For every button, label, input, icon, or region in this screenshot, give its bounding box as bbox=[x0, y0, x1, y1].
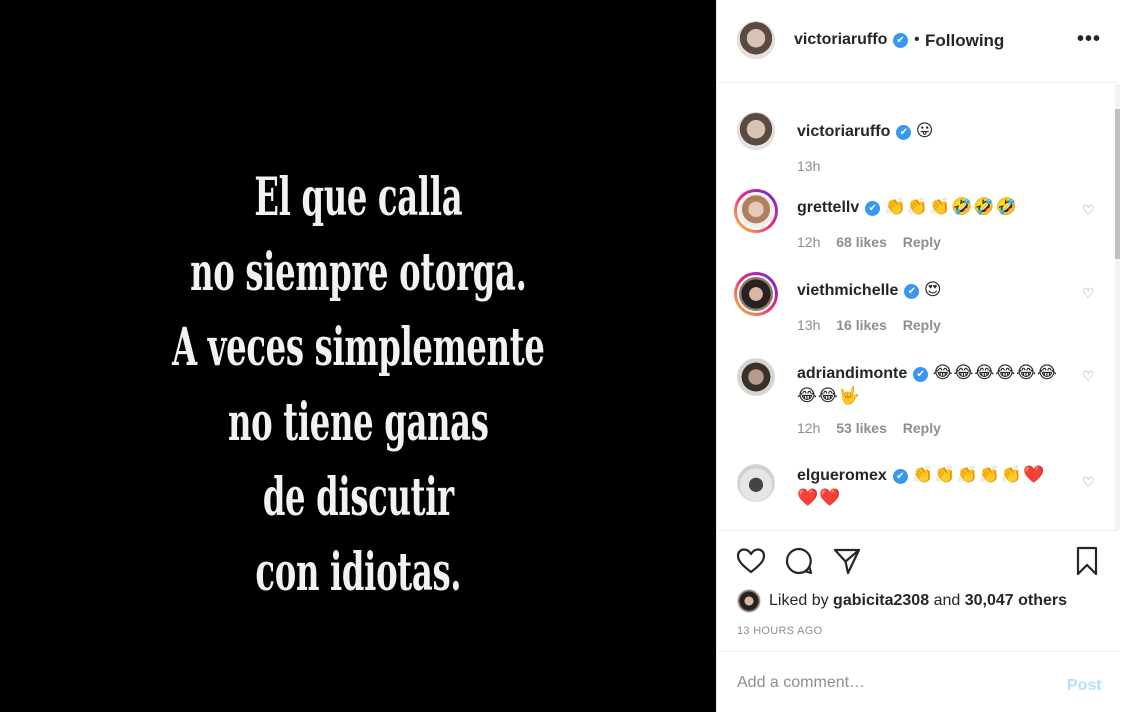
author-avatar[interactable] bbox=[737, 21, 775, 59]
bookmark-icon[interactable] bbox=[1071, 545, 1103, 577]
post-image: El que calla no siempre otorga. A veces … bbox=[0, 0, 716, 712]
comment-username[interactable]: elgueromex bbox=[797, 467, 887, 484]
comment-input[interactable] bbox=[737, 672, 1037, 694]
comment-username[interactable]: viethmichelle bbox=[797, 282, 898, 299]
caption-body: victoriaruffo ✔ 😛 bbox=[797, 120, 1067, 143]
commenter-avatar[interactable] bbox=[737, 275, 775, 313]
like-comment-heart-icon[interactable]: ♡ bbox=[1082, 474, 1095, 491]
add-comment-bar: Post bbox=[717, 651, 1118, 712]
reply-button[interactable]: Reply bbox=[903, 420, 941, 436]
comment-icon[interactable] bbox=[783, 545, 815, 577]
like-comment-heart-icon[interactable]: ♡ bbox=[1082, 368, 1095, 385]
scrollbar-thumb[interactable] bbox=[1115, 109, 1120, 259]
story-ring[interactable] bbox=[734, 272, 778, 316]
comment-body: viethmichelle ✔ 😍 bbox=[797, 279, 1067, 302]
header-separator: • bbox=[914, 31, 920, 48]
caption-username[interactable]: victoriaruffo bbox=[797, 123, 890, 140]
comment-username[interactable]: grettellv bbox=[797, 199, 859, 216]
comment-body: elgueromex ✔ 👏👏👏👏👏❤️❤️❤️ bbox=[797, 464, 1067, 510]
comment-likes[interactable]: 68 likes bbox=[836, 234, 887, 250]
quote-line: de discutir bbox=[262, 467, 454, 528]
comment-time[interactable]: 12h bbox=[797, 420, 820, 436]
quote-line: El que calla bbox=[254, 167, 462, 228]
post-timestamp[interactable]: 13 HOURS AGO bbox=[737, 625, 823, 637]
comment-meta: 13h 16 likes Reply bbox=[797, 317, 953, 333]
comment-body: adriandimonte ✔ 😂😂😂😂😂😂😂😂🤟 bbox=[797, 362, 1067, 408]
verified-icon: ✔ bbox=[893, 33, 908, 48]
comments-list[interactable]: victoriaruffo ✔ 😛 13h grettellv ✔ 👏👏👏🤣🤣🤣 1… bbox=[717, 84, 1118, 530]
comment-meta: 12h 68 likes Reply bbox=[797, 234, 953, 250]
reply-button[interactable]: Reply bbox=[903, 234, 941, 250]
liker-avatar[interactable] bbox=[737, 589, 761, 613]
comment-text: 😍 bbox=[923, 280, 943, 300]
verified-icon: ✔ bbox=[913, 367, 929, 382]
verified-icon: ✔ bbox=[865, 201, 881, 216]
reply-button[interactable]: Reply bbox=[903, 317, 941, 333]
verified-icon: ✔ bbox=[892, 469, 908, 484]
likes-summary: Liked by gabicita2308 and 30,047 others bbox=[737, 589, 1067, 613]
verified-icon: ✔ bbox=[896, 125, 912, 140]
comment-text: 👏👏👏🤣🤣🤣 bbox=[884, 197, 1018, 217]
comment-username[interactable]: adriandimonte bbox=[797, 365, 907, 382]
quote-text: El que calla no siempre otorga. A veces … bbox=[58, 160, 659, 610]
post-actions: Liked by gabicita2308 and 30,047 others … bbox=[717, 530, 1118, 650]
comment-meta: 12h 53 likes Reply bbox=[797, 420, 953, 436]
caption-avatar[interactable] bbox=[737, 112, 775, 150]
comment-body: grettellv ✔ 👏👏👏🤣🤣🤣 bbox=[797, 196, 1067, 219]
post-header: victoriaruffo ✔ • Following ••• bbox=[717, 0, 1118, 83]
caption-text: 😛 bbox=[915, 121, 935, 141]
comment-likes[interactable]: 16 likes bbox=[836, 317, 887, 333]
following-button[interactable]: Following bbox=[925, 31, 1004, 51]
verified-icon: ✔ bbox=[904, 284, 920, 299]
post-button[interactable]: Post bbox=[1067, 677, 1102, 695]
more-icon[interactable]: ••• bbox=[1077, 28, 1101, 51]
comment-likes[interactable]: 53 likes bbox=[836, 420, 887, 436]
caption-time[interactable]: 13h bbox=[797, 158, 820, 174]
quote-line: no siempre otorga. bbox=[189, 242, 527, 303]
share-icon[interactable] bbox=[831, 545, 863, 577]
post-side-panel: victoriaruffo ✔ • Following ••• victoria… bbox=[716, 0, 1121, 712]
quote-line: con idiotas. bbox=[255, 542, 461, 603]
commenter-avatar[interactable] bbox=[737, 358, 775, 396]
likes-others[interactable]: 30,047 others bbox=[965, 592, 1067, 610]
comments-scrollbar[interactable] bbox=[1115, 84, 1120, 530]
author-username[interactable]: victoriaruffo bbox=[794, 31, 887, 49]
liker-username[interactable]: gabicita2308 bbox=[833, 592, 929, 610]
quote-line: no tiene ganas bbox=[227, 392, 489, 453]
like-comment-heart-icon[interactable]: ♡ bbox=[1082, 285, 1095, 302]
comment-time[interactable]: 12h bbox=[797, 234, 820, 250]
like-comment-heart-icon[interactable]: ♡ bbox=[1082, 202, 1095, 219]
caption-meta: 13h bbox=[797, 158, 832, 174]
quote-line: A veces simplemente bbox=[171, 317, 545, 378]
commenter-avatar[interactable] bbox=[737, 192, 775, 230]
likes-prefix: Liked by bbox=[769, 592, 829, 609]
story-ring[interactable] bbox=[734, 189, 778, 233]
comment-time[interactable]: 13h bbox=[797, 317, 820, 333]
commenter-avatar[interactable] bbox=[737, 464, 775, 502]
heart-icon[interactable] bbox=[735, 545, 767, 577]
likes-middle: and bbox=[933, 592, 961, 609]
